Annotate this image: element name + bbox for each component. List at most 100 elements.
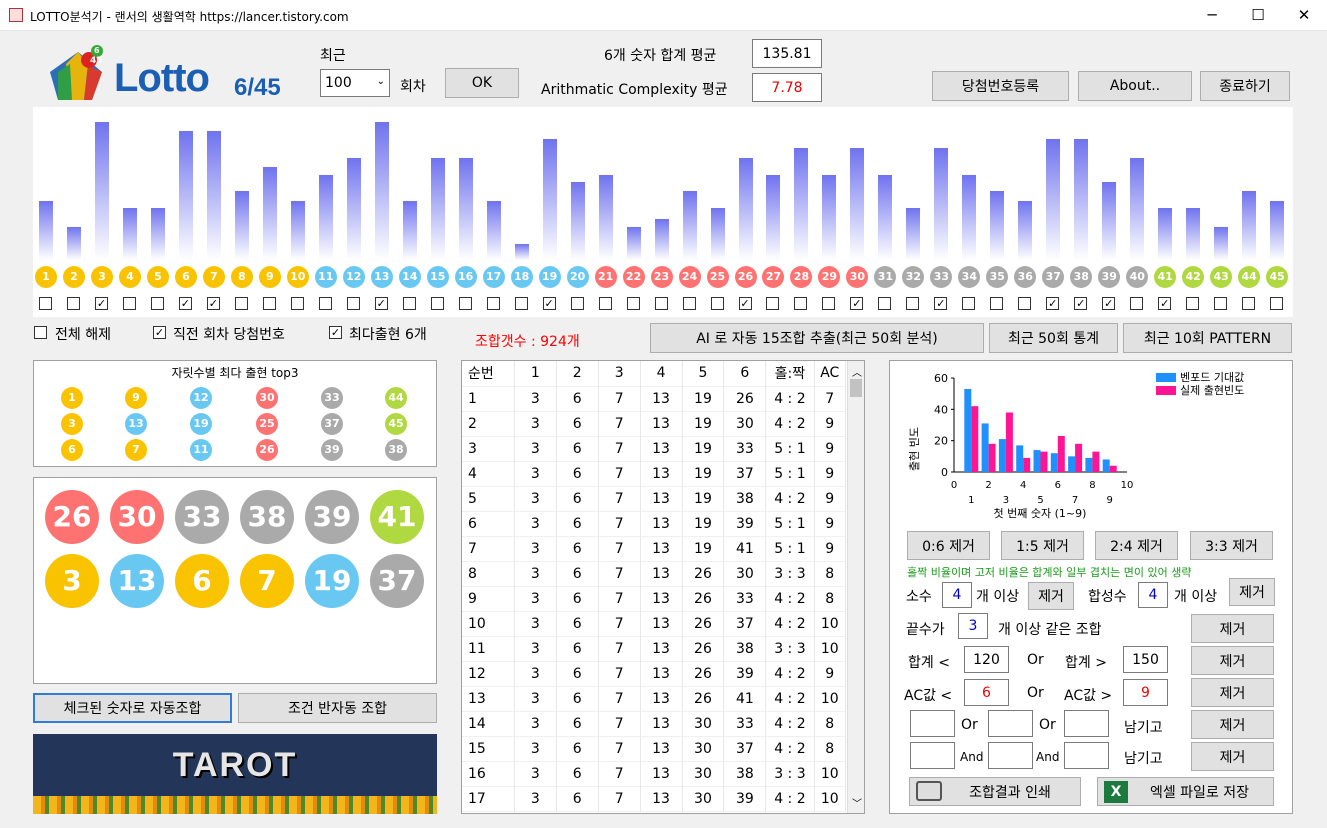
table-row[interactable]: 6 3 6 7 13 19 39 5 : 19 bbox=[462, 511, 847, 536]
number-checkbox[interactable] bbox=[39, 297, 52, 310]
number-checkbox[interactable] bbox=[990, 297, 1004, 310]
ok-button[interactable]: OK bbox=[445, 68, 519, 98]
last-digit-remove-button[interactable]: 제거 bbox=[1191, 614, 1274, 643]
table-row[interactable]: 16 3 6 7 13 30 38 3 : 3 10 bbox=[462, 761, 847, 786]
number-checkbox[interactable]: ✓ bbox=[374, 297, 388, 310]
exit-button[interactable]: 종료하기 bbox=[1200, 71, 1290, 101]
table-row[interactable]: 11 3 6 7 13 26 38 3 : 3 10 bbox=[462, 636, 847, 661]
ratio-remove-button[interactable]: 1:5 제거 bbox=[1001, 531, 1084, 560]
number-checkbox[interactable] bbox=[346, 297, 360, 310]
or-remove-button[interactable]: 제거 bbox=[1191, 710, 1274, 739]
excel-save-button[interactable]: X 엑셀 파일로 저장 bbox=[1097, 777, 1274, 806]
scroll-up-icon[interactable]: ︿ bbox=[852, 364, 862, 379]
minimize-button[interactable]: ─ bbox=[1189, 0, 1235, 31]
close-button[interactable]: ✕ bbox=[1281, 0, 1327, 31]
number-checkbox[interactable] bbox=[1186, 297, 1200, 310]
print-button[interactable]: 조합결과 인쇄 bbox=[909, 777, 1081, 806]
number-checkbox[interactable]: ✓ bbox=[738, 297, 752, 310]
number-checkbox[interactable] bbox=[794, 297, 808, 310]
and-input-1[interactable] bbox=[910, 742, 955, 769]
table-row[interactable]: 17 3 6 7 13 30 39 4 : 2 10 bbox=[462, 786, 847, 811]
table-row[interactable]: 1 3 6 7 13 19 26 4 : 27 bbox=[462, 386, 847, 411]
number-checkbox[interactable] bbox=[1018, 297, 1032, 310]
sum-lt-input[interactable]: 120 bbox=[964, 646, 1009, 673]
number-checkbox[interactable]: ✓ bbox=[850, 297, 864, 310]
number-checkbox[interactable] bbox=[122, 297, 136, 310]
table-row[interactable]: 14 3 6 7 13 30 33 4 : 28 bbox=[462, 711, 847, 736]
and-remove-button[interactable]: 제거 bbox=[1191, 742, 1274, 771]
scroll-thumb[interactable] bbox=[850, 379, 862, 397]
number-checkbox[interactable] bbox=[514, 297, 528, 310]
composite-input[interactable]: 4 bbox=[1138, 582, 1168, 608]
prime-input[interactable]: 4 bbox=[942, 582, 972, 608]
scroll-down-icon[interactable]: ﹀ bbox=[852, 795, 862, 810]
maximize-button[interactable]: ☐ bbox=[1235, 0, 1281, 31]
pattern-10-button[interactable]: 최근 10회 PATTERN bbox=[1123, 323, 1292, 353]
number-checkbox[interactable] bbox=[262, 297, 276, 310]
combo-table[interactable]: 순번 1 2 3 4 5 6 홀:짝 AC 1 3 6 7 13 19 26 4 : 2 7 2 3 6 7 13 19 30… bbox=[461, 360, 865, 814]
ac-gt-input[interactable]: 9 bbox=[1123, 679, 1168, 706]
about-button[interactable]: About.. bbox=[1078, 71, 1192, 101]
sum-gt-input[interactable]: 150 bbox=[1123, 646, 1168, 673]
table-row[interactable]: 10 3 6 7 13 26 37 4 : 2 10 bbox=[462, 611, 847, 636]
table-row[interactable]: 5 3 6 7 13 19 38 4 : 29 bbox=[462, 486, 847, 511]
number-checkbox[interactable] bbox=[962, 297, 976, 310]
register-winning-button[interactable]: 당첨번호등록 bbox=[932, 71, 1069, 101]
and-input-3[interactable] bbox=[1064, 742, 1109, 769]
ratio-remove-button[interactable]: 0:6 제거 bbox=[907, 531, 990, 560]
number-checkbox[interactable] bbox=[710, 297, 724, 310]
table-row[interactable]: 3 3 6 7 13 19 33 5 : 19 bbox=[462, 436, 847, 461]
ac-remove-button[interactable]: 제거 bbox=[1191, 678, 1274, 707]
number-checkbox[interactable] bbox=[1270, 297, 1284, 310]
number-checkbox[interactable] bbox=[66, 297, 80, 310]
table-row[interactable]: 2 3 6 7 13 19 30 4 : 29 bbox=[462, 411, 847, 436]
ac-lt-input[interactable]: 6 bbox=[964, 679, 1009, 706]
number-checkbox[interactable] bbox=[878, 297, 892, 310]
ratio-remove-button[interactable]: 3:3 제거 bbox=[1190, 531, 1273, 560]
number-checkbox[interactable] bbox=[402, 297, 416, 310]
prev-win-checkbox[interactable]: ✓ bbox=[153, 326, 166, 339]
ratio-remove-button[interactable]: 2:4 제거 bbox=[1095, 531, 1178, 560]
table-row[interactable]: 7 3 6 7 13 19 41 5 : 19 bbox=[462, 536, 847, 561]
number-checkbox[interactable] bbox=[682, 297, 696, 310]
number-checkbox[interactable]: ✓ bbox=[542, 297, 556, 310]
number-checkbox[interactable] bbox=[1214, 297, 1228, 310]
number-checkbox[interactable] bbox=[458, 297, 472, 310]
number-checkbox[interactable] bbox=[290, 297, 304, 310]
ai-15-combos-button[interactable]: AI 로 자동 15조합 추출(최근 50회 분석) bbox=[650, 323, 984, 353]
number-checkbox[interactable] bbox=[1130, 297, 1144, 310]
stats-50-button[interactable]: 최근 50회 통계 bbox=[989, 323, 1118, 353]
sum-remove-button[interactable]: 제거 bbox=[1191, 646, 1274, 675]
number-checkbox[interactable]: ✓ bbox=[1158, 297, 1172, 310]
tarot-banner[interactable]: TAROT bbox=[33, 734, 437, 814]
clear-all-checkbox[interactable] bbox=[34, 326, 47, 339]
number-checkbox[interactable] bbox=[598, 297, 612, 310]
number-checkbox[interactable] bbox=[654, 297, 668, 310]
number-checkbox[interactable] bbox=[486, 297, 500, 310]
number-checkbox[interactable] bbox=[626, 297, 640, 310]
or-input-2[interactable] bbox=[988, 710, 1033, 737]
number-checkbox[interactable] bbox=[822, 297, 836, 310]
and-input-2[interactable] bbox=[988, 742, 1033, 769]
number-checkbox[interactable]: ✓ bbox=[934, 297, 948, 310]
recent-select[interactable]: 100 ⌄ bbox=[320, 69, 390, 97]
or-input-3[interactable] bbox=[1064, 710, 1109, 737]
number-checkbox[interactable] bbox=[430, 297, 444, 310]
number-checkbox[interactable] bbox=[570, 297, 584, 310]
table-row[interactable]: 8 3 6 7 13 26 30 3 : 38 bbox=[462, 561, 847, 586]
number-checkbox[interactable] bbox=[906, 297, 920, 310]
table-row[interactable]: 13 3 6 7 13 26 41 4 : 2 10 bbox=[462, 686, 847, 711]
or-input-1[interactable] bbox=[910, 710, 955, 737]
table-row[interactable]: 15 3 6 7 13 30 37 4 : 28 bbox=[462, 736, 847, 761]
number-checkbox[interactable] bbox=[318, 297, 332, 310]
table-row[interactable]: 9 3 6 7 13 26 33 4 : 28 bbox=[462, 586, 847, 611]
number-checkbox[interactable] bbox=[150, 297, 164, 310]
number-checkbox[interactable]: ✓ bbox=[1074, 297, 1088, 310]
number-checkbox[interactable]: ✓ bbox=[178, 297, 192, 310]
table-row[interactable]: 12 3 6 7 13 26 39 4 : 29 bbox=[462, 661, 847, 686]
number-checkbox[interactable]: ✓ bbox=[1102, 297, 1116, 310]
last-digit-input[interactable]: 3 bbox=[958, 613, 988, 639]
number-checkbox[interactable]: ✓ bbox=[94, 297, 108, 310]
table-row[interactable]: 4 3 6 7 13 19 37 5 : 19 bbox=[462, 461, 847, 486]
number-checkbox[interactable]: ✓ bbox=[206, 297, 220, 310]
